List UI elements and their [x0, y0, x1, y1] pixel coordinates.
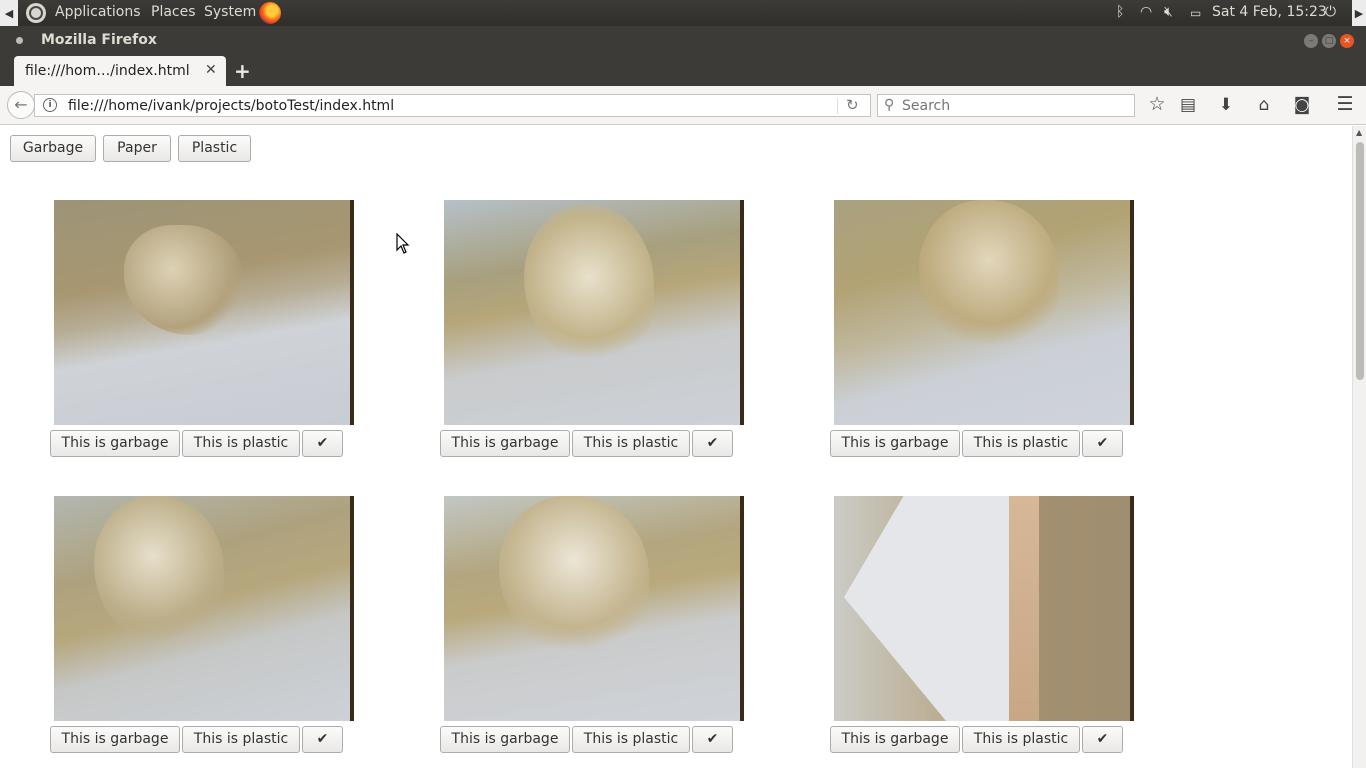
url-input[interactable]: [68, 97, 828, 115]
this-is-plastic-button[interactable]: This is plastic: [572, 726, 690, 753]
new-tab-icon[interactable]: +: [234, 59, 251, 83]
pocket-icon[interactable]: ◙: [1291, 95, 1313, 115]
mouse-cursor-icon: [396, 233, 410, 254]
minimize-icon[interactable]: –: [1304, 34, 1318, 48]
search-bar[interactable]: ⚲: [877, 94, 1135, 117]
maximize-icon[interactable]: □: [1322, 34, 1336, 48]
this-is-garbage-button[interactable]: This is garbage: [440, 726, 570, 753]
panel-left-arrow-icon[interactable]: ◀: [0, 0, 18, 26]
confirm-button[interactable]: ✔: [692, 726, 733, 753]
this-is-plastic-button[interactable]: This is plastic: [182, 726, 300, 753]
window-menu-icon[interactable]: [16, 37, 23, 44]
photo-item: [834, 496, 1134, 721]
wifi-icon[interactable]: ◠: [1140, 4, 1152, 20]
photo-item: [834, 200, 1134, 425]
this-is-plastic-button[interactable]: This is plastic: [182, 430, 300, 457]
power-icon[interactable]: ⏻: [1325, 4, 1336, 20]
this-is-plastic-button[interactable]: This is plastic: [962, 726, 1080, 753]
menu-places[interactable]: Places: [151, 4, 196, 20]
hamburger-menu-icon[interactable]: ☰: [1334, 93, 1356, 115]
this-is-garbage-button[interactable]: This is garbage: [830, 726, 960, 753]
battery-icon[interactable]: ▭: [1190, 6, 1201, 20]
window-title: Mozilla Firefox: [41, 32, 157, 48]
download-icon[interactable]: ⬇: [1215, 95, 1237, 115]
confirm-button[interactable]: ✔: [302, 430, 343, 457]
panel-right-arrow-icon[interactable]: ▶: [1352, 0, 1366, 26]
firefox-launcher-icon[interactable]: [259, 2, 281, 24]
close-window-icon[interactable]: ×: [1340, 34, 1354, 48]
photo-item: [444, 496, 744, 721]
confirm-button[interactable]: ✔: [692, 430, 733, 457]
scrollbar-thumb[interactable]: [1356, 142, 1364, 380]
navigation-toolbar: i ↻ ← ⚲ ☆ ▤ ⬇ ⌂ ◙ ☰: [0, 86, 1366, 125]
window-titlebar: Mozilla Firefox – □ ×: [0, 26, 1366, 56]
system-panel: ◀ Applications Places System ᛒ ◠ 🔇︎ ▭ Sa…: [0, 0, 1366, 26]
clipboard-icon[interactable]: ▤: [1177, 95, 1199, 115]
tab-close-icon[interactable]: ✕: [205, 62, 217, 78]
page-content: Garbage Paper Plastic This is garbage Th…: [0, 126, 1352, 768]
home-icon[interactable]: ⌂: [1253, 95, 1275, 115]
page-scrollbar[interactable]: ▲: [1352, 126, 1366, 768]
this-is-plastic-button[interactable]: This is plastic: [572, 430, 690, 457]
search-input[interactable]: [902, 97, 1127, 115]
menu-applications[interactable]: Applications: [55, 4, 141, 20]
this-is-garbage-button[interactable]: This is garbage: [50, 430, 180, 457]
confirm-button[interactable]: ✔: [1082, 430, 1123, 457]
clock[interactable]: Sat 4 Feb, 15:23: [1212, 4, 1327, 20]
photo-item: [54, 200, 354, 425]
garbage-category-button[interactable]: Garbage: [10, 135, 96, 162]
url-separator: [837, 98, 838, 114]
paper-category-button[interactable]: Paper: [103, 135, 171, 162]
back-arrow-icon[interactable]: ←: [7, 91, 35, 119]
this-is-plastic-button[interactable]: This is plastic: [962, 430, 1080, 457]
search-icon: ⚲: [884, 97, 895, 113]
tab-bar: file:///hom…/index.html ✕ +: [0, 56, 1366, 86]
this-is-garbage-button[interactable]: This is garbage: [50, 726, 180, 753]
this-is-garbage-button[interactable]: This is garbage: [440, 430, 570, 457]
url-bar[interactable]: i ↻: [34, 94, 871, 117]
menu-system[interactable]: System: [204, 4, 256, 20]
scroll-up-icon[interactable]: ▲: [1356, 128, 1362, 137]
reload-icon[interactable]: ↻: [846, 96, 859, 114]
photo-item: [54, 496, 354, 721]
this-is-garbage-button[interactable]: This is garbage: [830, 430, 960, 457]
confirm-button[interactable]: ✔: [302, 726, 343, 753]
bluetooth-icon[interactable]: ᛒ: [1116, 4, 1124, 20]
photo-item: [444, 200, 744, 425]
volume-muted-icon[interactable]: 🔇︎: [1164, 4, 1173, 20]
tab-index-html[interactable]: file:///hom…/index.html ✕: [14, 56, 226, 86]
tab-label: file:///hom…/index.html: [25, 63, 190, 79]
star-icon[interactable]: ☆: [1146, 93, 1168, 115]
info-icon[interactable]: i: [43, 98, 57, 112]
confirm-button[interactable]: ✔: [1082, 726, 1123, 753]
ubuntu-logo-icon[interactable]: [26, 3, 46, 23]
plastic-category-button[interactable]: Plastic: [178, 135, 251, 162]
